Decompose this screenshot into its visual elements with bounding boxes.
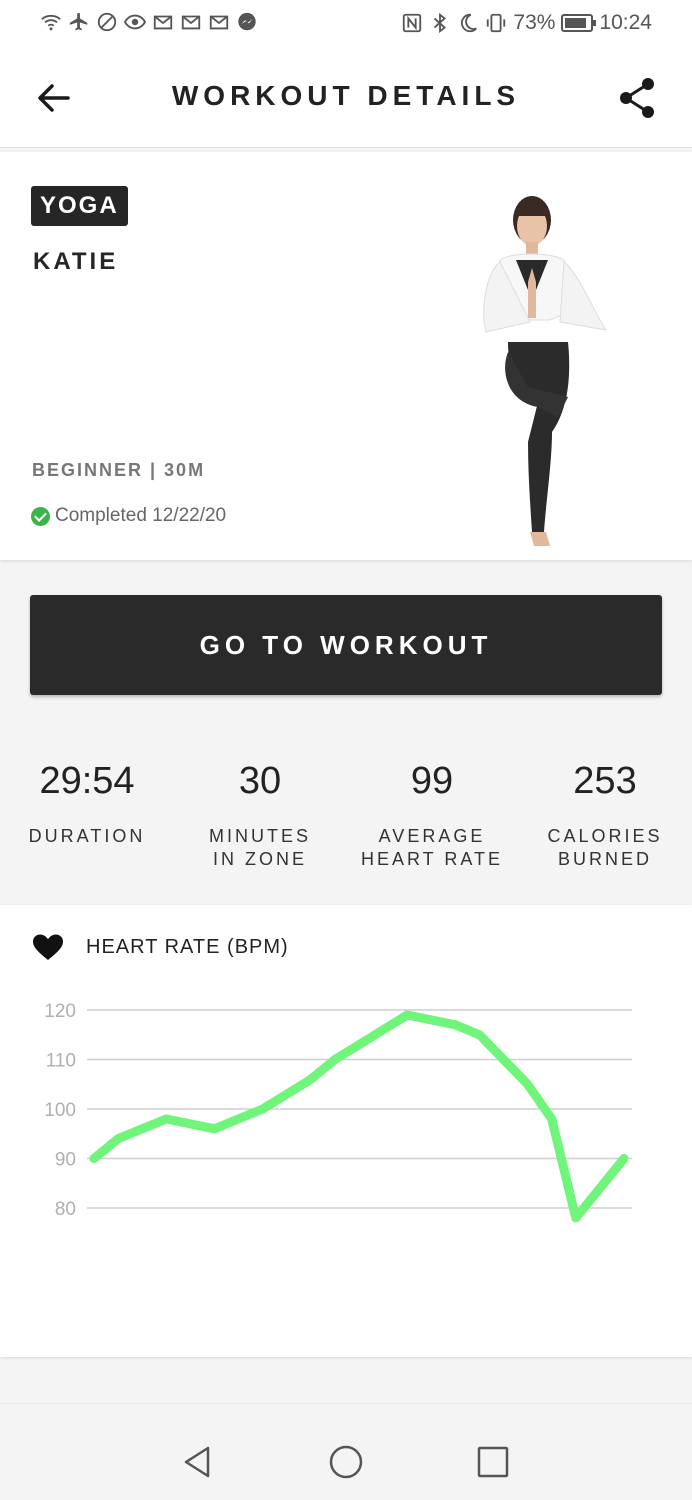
go-to-workout-button[interactable]: GO TO WORKOUT <box>30 595 662 695</box>
page-title: WORKOUT DETAILS <box>171 80 521 111</box>
blocked-icon <box>97 12 117 32</box>
stat-value: 253 <box>573 760 637 802</box>
stat-value: 99 <box>410 760 454 802</box>
chart-header: HEART RATE (BPM) <box>32 933 289 961</box>
check-circle-icon <box>31 506 50 526</box>
gmail-icon <box>209 15 229 30</box>
eye-icon <box>124 14 146 30</box>
gmail-icon <box>153 15 173 30</box>
circle-home-icon[interactable] <box>328 1444 364 1480</box>
heart-icon <box>33 934 63 960</box>
stat-label: MINUTES IN ZONE <box>209 826 311 869</box>
moon-icon <box>461 13 478 33</box>
stat-average-heart-rate: 99 AVERAGE HEART RATE <box>347 760 517 871</box>
y-tick-label: 110 <box>46 1051 76 1072</box>
y-tick-label: 80 <box>55 1199 76 1220</box>
system-nav-bar <box>0 1403 692 1500</box>
stat-calories-burned: 253 CALORIES BURNED <box>520 760 690 871</box>
stat-duration: 29:54 DURATION <box>2 760 172 848</box>
airplane-icon <box>69 12 88 31</box>
stat-value: 30 <box>238 760 282 802</box>
clock: 10:24 <box>599 11 652 34</box>
stats-row: 29:54 DURATION 30 MINUTES IN ZONE 99 AVE… <box>0 760 692 890</box>
battery-percent: 73% <box>513 11 556 34</box>
instructor-name: KATIE <box>33 248 119 275</box>
heart-rate-card: 120 110 100 90 80 HEART RATE (BPM) <box>0 905 692 1357</box>
stat-label: DURATION <box>28 826 146 846</box>
chart-title: HEART RATE (BPM) <box>86 935 289 958</box>
stat-minutes-in-zone: 30 MINUTES IN ZONE <box>175 760 345 871</box>
heart-rate-chart: 120 110 100 90 80 <box>44 1001 632 1223</box>
triangle-back-icon[interactable] <box>180 1444 216 1480</box>
instructor-photo <box>483 196 608 546</box>
completed-status: Completed 12/22/20 <box>31 505 226 527</box>
workout-meta: BEGINNER | 30M <box>32 460 206 480</box>
vibrate-icon <box>487 13 506 33</box>
status-icons-right: 73% 10:24 <box>401 11 652 35</box>
stat-value: 29:54 <box>39 760 135 802</box>
battery-icon <box>561 14 597 32</box>
category-tag: YOGA <box>31 186 128 226</box>
status-icons-left <box>40 11 258 33</box>
gmail-icon <box>181 15 201 30</box>
messenger-icon <box>238 12 256 31</box>
stat-label: AVERAGE HEART RATE <box>360 826 504 869</box>
wifi-icon <box>41 14 61 31</box>
app-header: WORKOUT DETAILS <box>0 48 692 148</box>
bluetooth-icon <box>434 12 447 34</box>
y-tick-label: 90 <box>55 1150 76 1171</box>
completed-label: Completed 12/22/20 <box>55 505 227 526</box>
y-tick-label: 100 <box>44 1100 76 1121</box>
workout-card[interactable]: YOGA KATIE BEGINNER | 30M Completed 12/2… <box>0 152 692 560</box>
stat-label: CALORIES BURNED <box>547 826 663 869</box>
nfc-icon <box>403 13 422 33</box>
heart-rate-line <box>89 1010 629 1223</box>
status-bar: 73% 10:24 <box>0 0 692 48</box>
share-icon[interactable] <box>618 76 658 120</box>
y-tick-label: 120 <box>44 1001 76 1022</box>
square-recents-icon[interactable] <box>475 1444 511 1480</box>
